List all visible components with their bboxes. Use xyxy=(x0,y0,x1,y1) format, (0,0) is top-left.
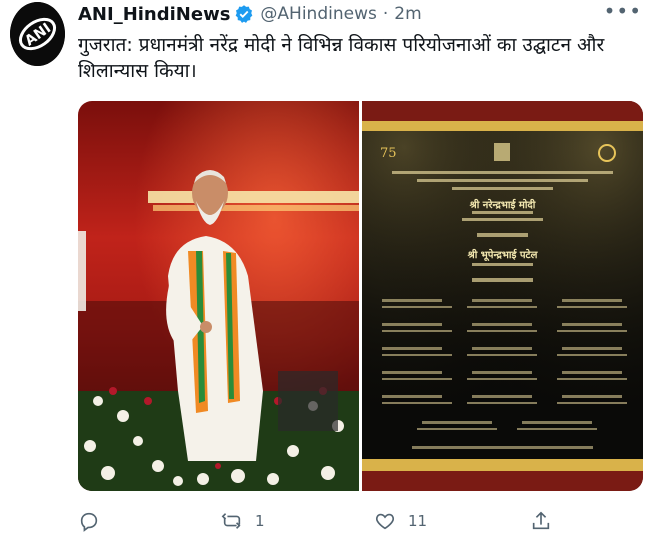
tweet-media[interactable]: 75 श्री नरेन्द्रभाई मोदी श्री भूपेन्द्रभ… xyxy=(78,101,643,491)
share-icon xyxy=(532,511,550,530)
heart-icon xyxy=(375,513,395,530)
like-count: 11 xyxy=(408,512,428,530)
verified-badge-icon xyxy=(236,5,253,23)
like-button[interactable]: 11 xyxy=(374,510,427,532)
reply-icon xyxy=(80,512,98,532)
card-chief-guest-name: श्री नरेन्द्रभाई मोदी xyxy=(469,200,536,211)
timestamp[interactable]: 2m xyxy=(394,4,421,24)
stage-photo-image xyxy=(78,101,359,491)
retweet-count: 1 xyxy=(255,512,265,530)
reply-button[interactable] xyxy=(78,510,112,532)
media-photo-stage[interactable] xyxy=(78,101,359,491)
tweet-header: ANI_HindiNews @AHindinews · 2m xyxy=(78,2,630,26)
display-name[interactable]: ANI_HindiNews xyxy=(78,4,230,25)
retweet-button[interactable]: 1 xyxy=(221,510,265,532)
separator-dot: · xyxy=(382,4,389,24)
retweet-icon xyxy=(221,513,241,529)
invitation-card-text: श्री नरेन्द्रभाई मोदी श्री भूपेन्द्रभाई … xyxy=(362,101,643,491)
avatar[interactable]: ANI xyxy=(10,2,65,66)
more-options-icon[interactable]: ••• xyxy=(604,1,642,21)
tweet-text: गुजरात: प्रधानमंत्री नरेंद्र मोदी ने विभ… xyxy=(78,34,605,82)
user-handle[interactable]: @AHindinews xyxy=(260,4,376,24)
media-photo-invitation-card[interactable]: 75 श्री नरेन्द्रभाई मोदी श्री भूपेन्द्रभ… xyxy=(362,101,643,491)
share-button[interactable] xyxy=(530,510,564,532)
card-presiding-name: श्री भूपेन्द्रभाई पटेल xyxy=(467,250,538,261)
tweet-actions: 1 11 xyxy=(78,510,638,534)
